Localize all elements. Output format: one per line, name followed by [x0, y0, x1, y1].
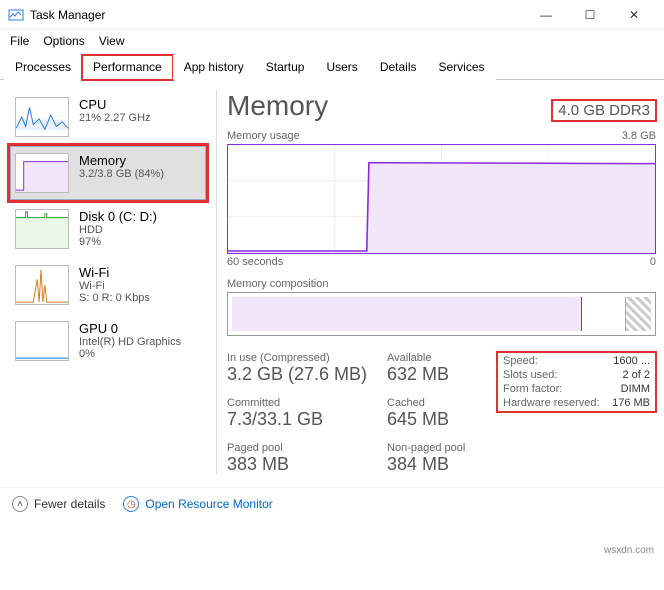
sidebar-item-sub: 3.2/3.8 GB (84%): [79, 168, 164, 180]
sidebar-item-label: GPU 0: [79, 321, 181, 336]
composition-in-use: [232, 297, 582, 331]
memory-composition-label: Memory composition: [227, 278, 656, 290]
sidebar-item-sub: Intel(R) HD Graphics: [79, 336, 181, 348]
tab-app-history[interactable]: App history: [173, 55, 255, 80]
tabstrip: Processes Performance App history Startu…: [0, 54, 664, 80]
sidebar-item-sub2: 97%: [79, 236, 157, 248]
titlebar: Task Manager — ☐ ✕: [0, 0, 664, 30]
resource-monitor-icon: ◷: [123, 496, 139, 512]
memory-stats: In use (Compressed) 3.2 GB (27.6 MB) Com…: [227, 352, 656, 475]
memory-capacity: 4.0 GB DDR3: [552, 100, 656, 121]
spec-row-hardware-reserved: Hardware reserved: 176 MB: [499, 396, 654, 410]
page-title: Memory: [227, 90, 328, 122]
menubar: File Options View: [0, 30, 664, 54]
close-button[interactable]: ✕: [612, 0, 656, 30]
fewer-details-label: Fewer details: [34, 497, 105, 511]
tab-processes[interactable]: Processes: [4, 55, 82, 80]
memory-composition-bar: [227, 292, 656, 336]
sidebar-item-sub: HDD: [79, 224, 157, 236]
disk-thumb-icon: [15, 209, 69, 249]
tab-performance[interactable]: Performance: [82, 55, 173, 80]
graph-axis-right: 0: [650, 256, 656, 268]
memory-thumb-icon: [15, 153, 69, 193]
tab-details[interactable]: Details: [369, 55, 428, 80]
sidebar-item-sub2: 0%: [79, 348, 181, 360]
tab-users[interactable]: Users: [315, 55, 368, 80]
main-panel: Memory 4.0 GB DDR3 Memory usage 3.8 GB 6…: [227, 90, 656, 475]
stat-committed: Committed 7.3/33.1 GB: [227, 397, 377, 430]
spec-row-speed: Speed: 1600 ...: [499, 354, 654, 368]
maximize-button[interactable]: ☐: [568, 0, 612, 30]
task-manager-icon: [8, 7, 24, 23]
sidebar-item-label: Disk 0 (C: D:): [79, 209, 157, 224]
tab-startup[interactable]: Startup: [255, 55, 316, 80]
memory-spec-table: Speed: 1600 ... Slots used: 2 of 2 Form …: [497, 352, 656, 412]
spec-row-form: Form factor: DIMM: [499, 382, 654, 396]
sidebar-item-sub: Wi-Fi: [79, 280, 150, 292]
footer: ˄ Fewer details ◷ Open Resource Monitor: [0, 487, 664, 524]
stat-available: Available 632 MB: [387, 352, 487, 385]
stat-paged: Paged pool 383 MB: [227, 442, 377, 475]
tab-services[interactable]: Services: [428, 55, 496, 80]
composition-reserved: [625, 297, 651, 331]
content: CPU 21% 2.27 GHz Memory 3.2/3.8 GB (84%)…: [0, 80, 664, 483]
cpu-thumb-icon: [15, 97, 69, 137]
chevron-up-icon: ˄: [12, 496, 28, 512]
sidebar-item-label: Wi-Fi: [79, 265, 150, 280]
sidebar-item-label: Memory: [79, 153, 164, 168]
gpu-thumb-icon: [15, 321, 69, 361]
stat-cached: Cached 645 MB: [387, 397, 487, 430]
sidebar-item-label: CPU: [79, 97, 151, 112]
open-resource-monitor-link[interactable]: ◷ Open Resource Monitor: [123, 496, 272, 512]
sidebar-item-gpu[interactable]: GPU 0 Intel(R) HD Graphics 0%: [10, 314, 206, 368]
menu-file[interactable]: File: [10, 34, 29, 48]
vertical-divider: [216, 90, 217, 475]
menu-options[interactable]: Options: [43, 34, 84, 48]
window-title: Task Manager: [30, 8, 105, 22]
watermark: wsxdn.com: [604, 545, 654, 556]
sidebar-item-cpu[interactable]: CPU 21% 2.27 GHz: [10, 90, 206, 144]
graph-label-left: Memory usage: [227, 130, 300, 142]
spec-row-slots: Slots used: 2 of 2: [499, 368, 654, 382]
stat-nonpaged: Non-paged pool 384 MB: [387, 442, 487, 475]
minimize-button[interactable]: —: [524, 0, 568, 30]
stat-in-use: In use (Compressed) 3.2 GB (27.6 MB): [227, 352, 377, 385]
sidebar-item-sub2: S: 0 R: 0 Kbps: [79, 292, 150, 304]
performance-sidebar: CPU 21% 2.27 GHz Memory 3.2/3.8 GB (84%)…: [10, 90, 206, 475]
memory-usage-graph: [227, 144, 656, 254]
menu-view[interactable]: View: [99, 34, 125, 48]
wifi-thumb-icon: [15, 265, 69, 305]
open-resource-monitor-label: Open Resource Monitor: [145, 497, 272, 511]
sidebar-item-disk[interactable]: Disk 0 (C: D:) HDD 97%: [10, 202, 206, 256]
fewer-details-button[interactable]: ˄ Fewer details: [12, 496, 105, 512]
sidebar-item-memory[interactable]: Memory 3.2/3.8 GB (84%): [10, 146, 206, 200]
sidebar-item-wifi[interactable]: Wi-Fi Wi-Fi S: 0 R: 0 Kbps: [10, 258, 206, 312]
sidebar-item-sub: 21% 2.27 GHz: [79, 112, 151, 124]
graph-axis-left: 60 seconds: [227, 256, 283, 268]
graph-label-right: 3.8 GB: [622, 130, 656, 142]
